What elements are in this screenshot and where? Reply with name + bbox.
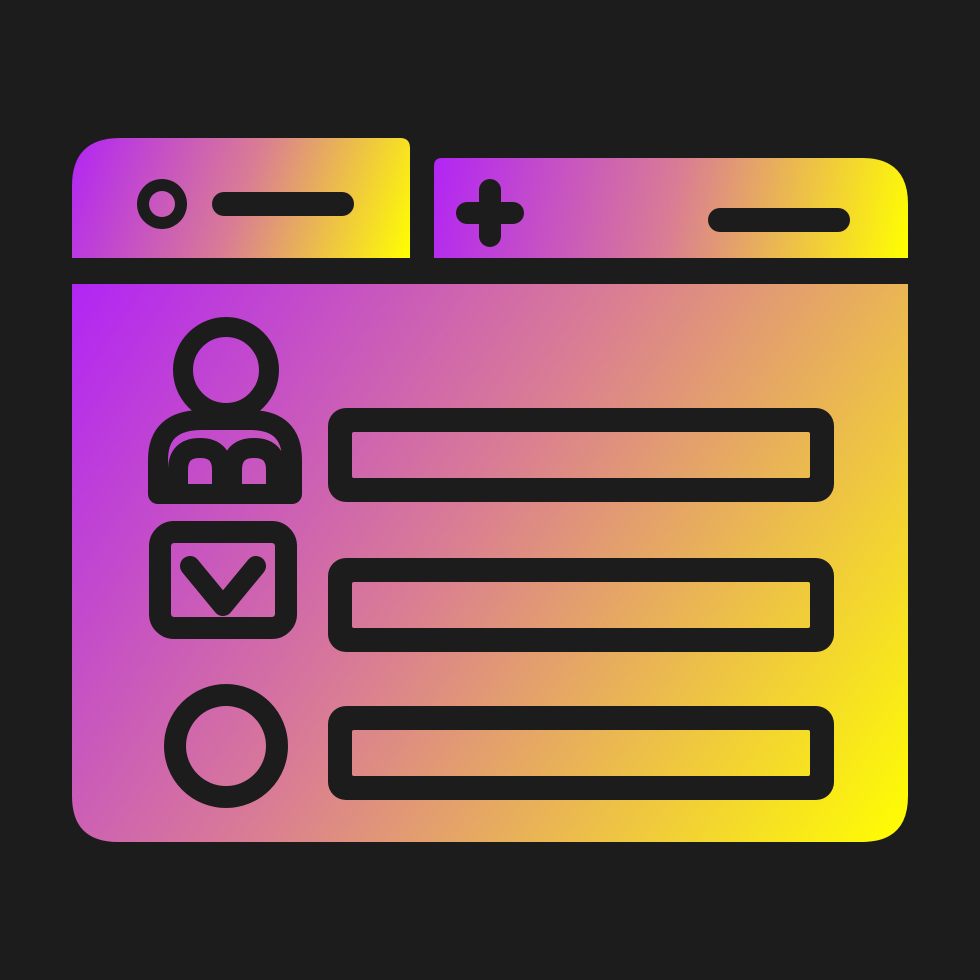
form-window — [72, 284, 908, 842]
tab-active[interactable] — [72, 138, 410, 258]
browser-form-icon — [72, 138, 908, 842]
tab-new[interactable] — [434, 158, 908, 258]
icon-canvas — [0, 0, 980, 980]
